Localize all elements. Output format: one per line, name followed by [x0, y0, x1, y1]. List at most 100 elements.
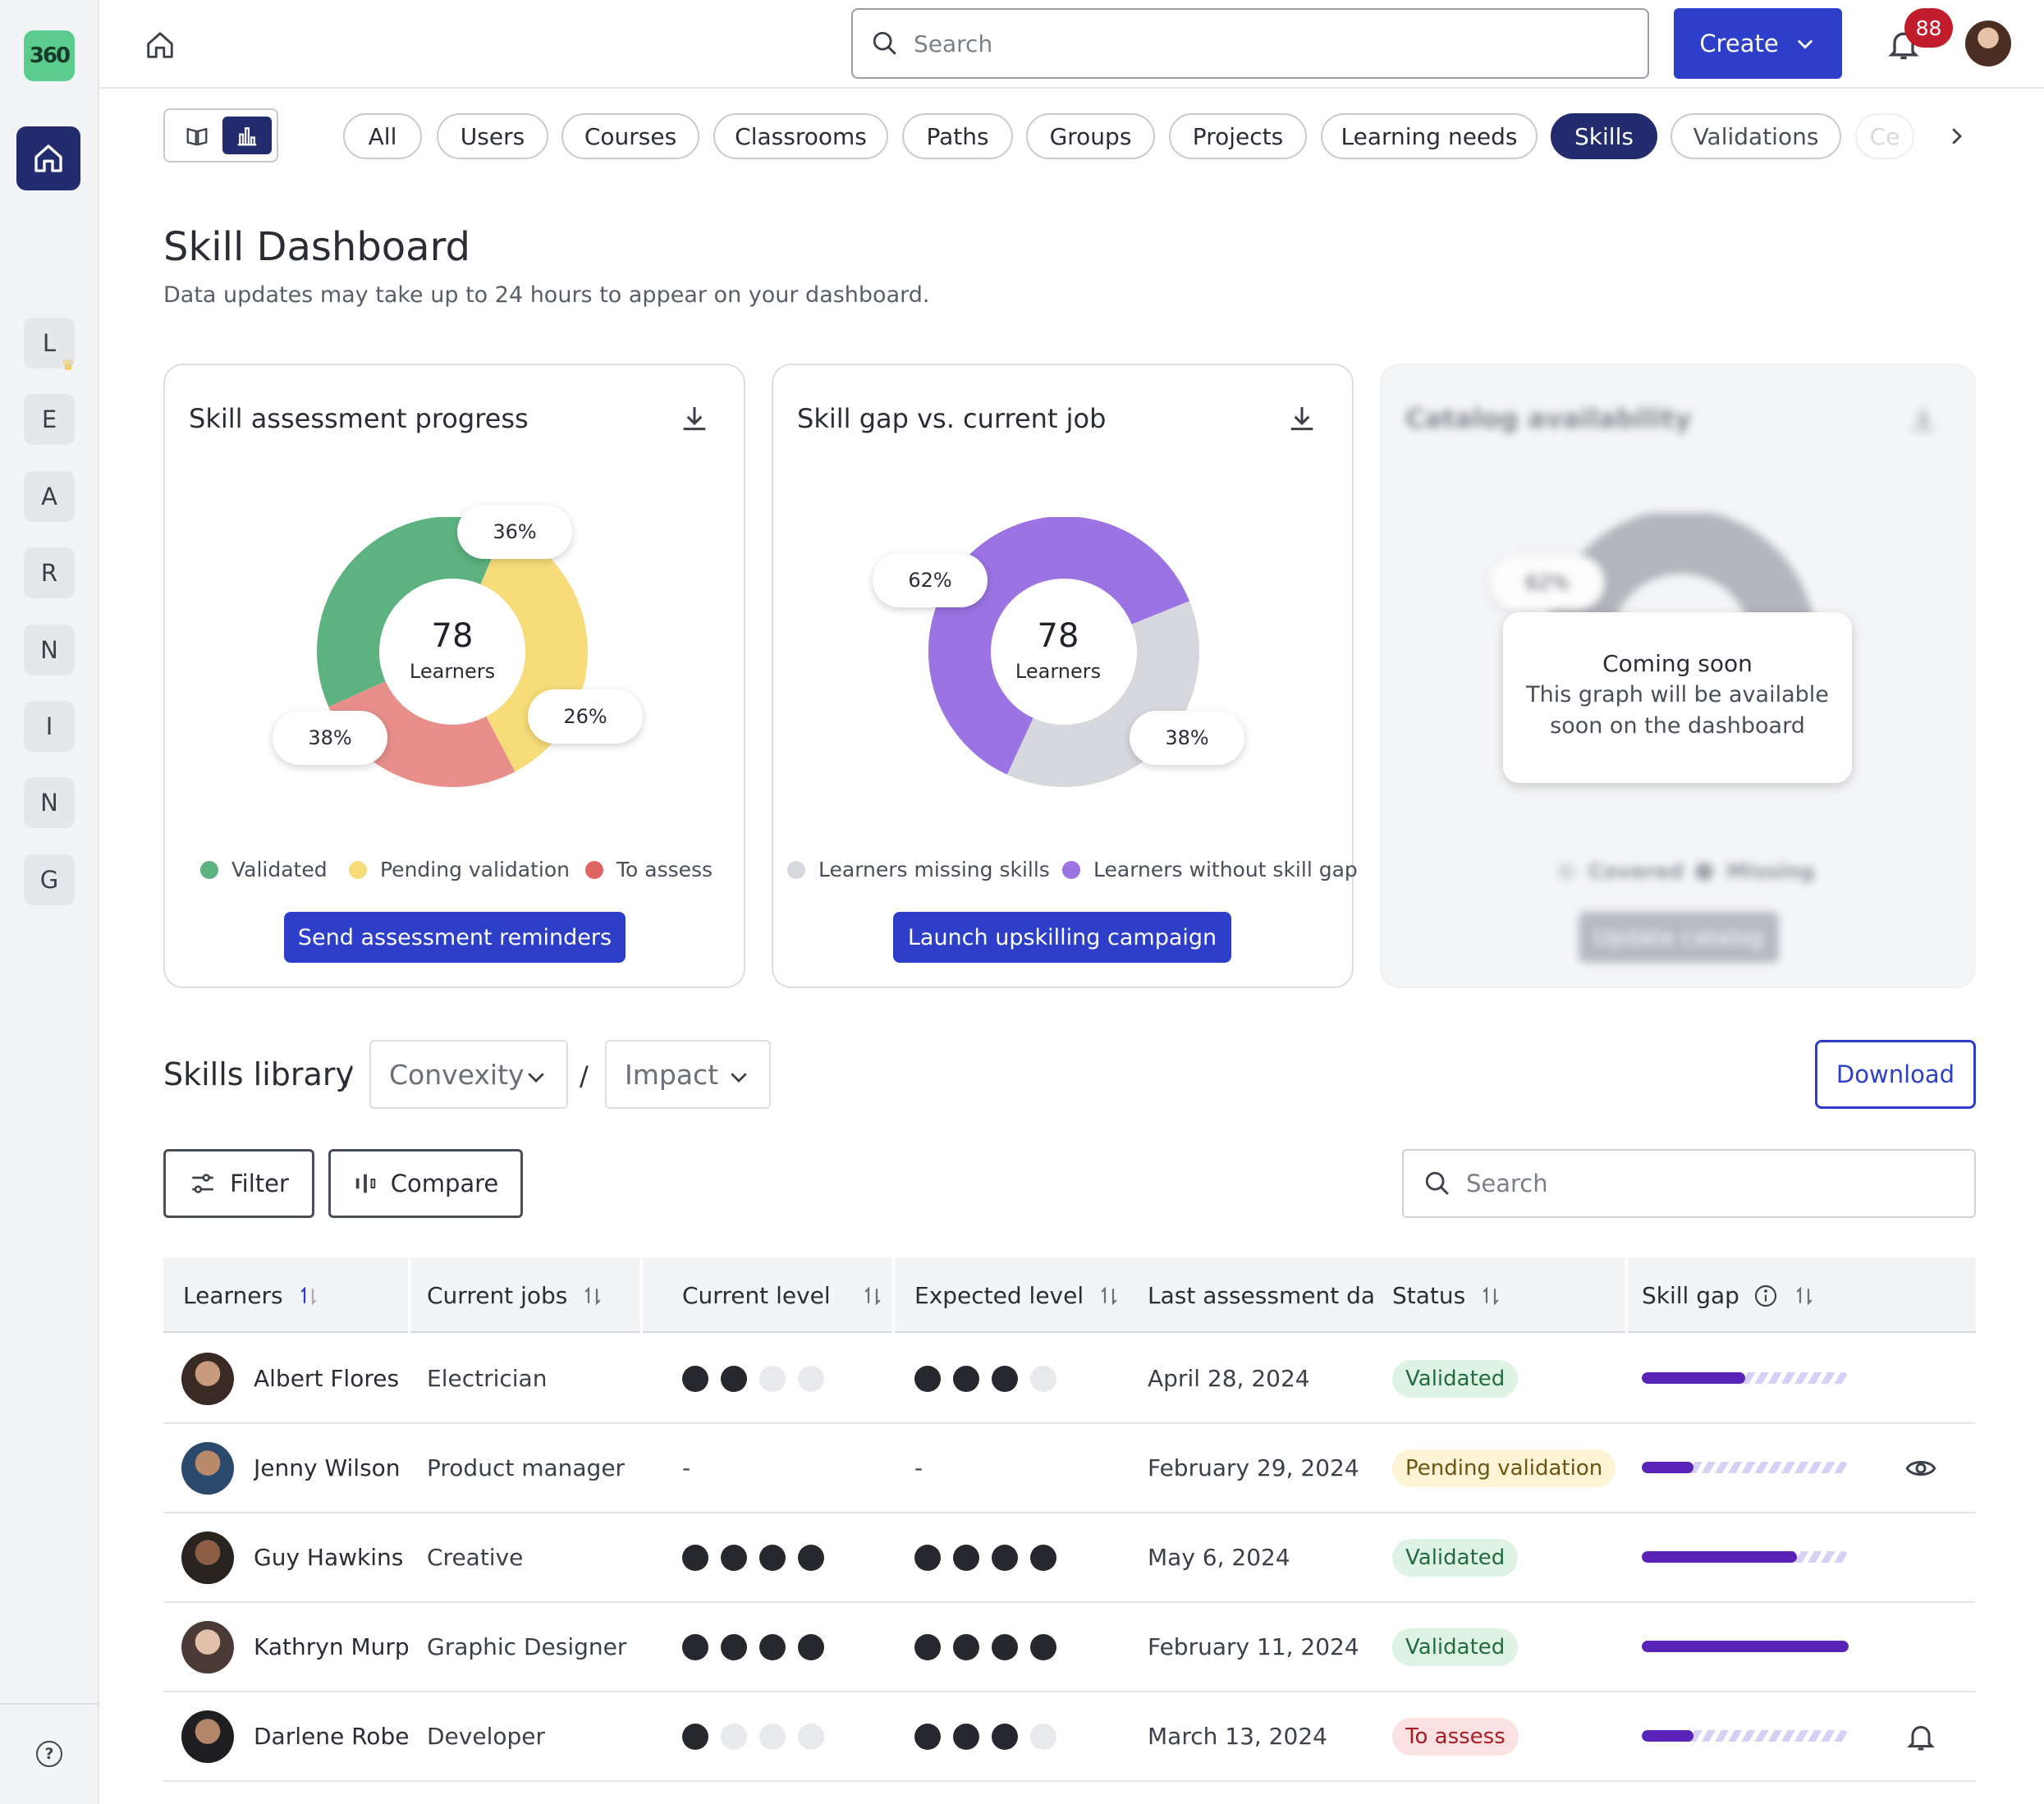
status-cell: Pending validation	[1392, 1424, 1630, 1512]
rail-item-n2[interactable]: N	[24, 777, 75, 828]
global-search-input[interactable]: Search	[851, 8, 1649, 79]
breadcrumb-separator: /	[344, 1060, 353, 1092]
current-job: Developer	[427, 1723, 546, 1750]
page-subtitle: Data updates may take up to 24 hours to …	[163, 282, 930, 308]
level-dot	[759, 1365, 786, 1392]
compare-button[interactable]: Compare	[328, 1149, 523, 1218]
eye-icon[interactable]	[1904, 1452, 1937, 1485]
table-row[interactable]: Jenny Wilson Product manager - - February 29…	[163, 1424, 1976, 1513]
current-level: -	[682, 1454, 691, 1481]
filter-button[interactable]: Filter	[163, 1149, 314, 1218]
sort-icon[interactable]	[580, 1284, 605, 1308]
level-dot	[682, 1544, 708, 1571]
sort-icon[interactable]	[296, 1284, 321, 1308]
launch-upskilling-button[interactable]: Launch upskilling campaign	[893, 912, 1231, 963]
pill-pending-percent: 36%	[457, 505, 572, 559]
sliders-icon	[192, 1174, 213, 1193]
table-row[interactable]: Darlene Robertson Developer March 13, 2024…	[163, 1692, 1976, 1782]
tab-more[interactable]: Ce	[1855, 113, 1914, 159]
sort-icon[interactable]	[860, 1284, 885, 1308]
help-icon[interactable]: ?	[36, 1741, 62, 1767]
impact-dropdown[interactable]: Impact	[605, 1040, 771, 1109]
tab-projects[interactable]: Projects	[1169, 113, 1307, 159]
catalog-view-button[interactable]	[176, 118, 218, 154]
create-button[interactable]: Create	[1674, 8, 1842, 79]
level-dot	[992, 1723, 1018, 1750]
level-dot	[914, 1723, 941, 1750]
status-badge: Validated	[1392, 1538, 1519, 1577]
breadcrumb-separator: /	[580, 1060, 589, 1092]
dashboard-view-button[interactable]	[222, 117, 272, 154]
table-row[interactable]: Kathryn Murphy Graphic Designer February 1…	[163, 1603, 1976, 1692]
table-row[interactable]: Guy Hawkins Creative May 6, 2024 Validated	[163, 1513, 1976, 1603]
last-assessment-date: February 29, 2024	[1148, 1454, 1359, 1481]
topbar-home-button[interactable]	[140, 25, 181, 66]
home-outline-icon	[147, 32, 173, 58]
tabs-scroll-right[interactable]	[1940, 120, 1973, 153]
tab-validations[interactable]: Validations	[1670, 113, 1841, 159]
notification-count-badge[interactable]: 88	[1904, 8, 1953, 48]
legend-missing-skills: Learners missing skills	[787, 858, 1050, 881]
tab-skills[interactable]: Skills	[1551, 113, 1657, 159]
chevron-right-icon	[1952, 128, 1962, 144]
sort-icon[interactable]	[1792, 1284, 1817, 1308]
level-dot	[759, 1723, 786, 1750]
rail-item-l[interactable]: L ♛	[24, 318, 75, 373]
level-dot	[992, 1544, 1018, 1571]
level-dot	[798, 1365, 824, 1392]
user-avatar[interactable]	[1965, 21, 2011, 66]
table-search-input[interactable]: Search	[1402, 1149, 1976, 1218]
download-icon[interactable]	[678, 403, 711, 436]
level-dot	[1030, 1723, 1056, 1750]
tab-paths[interactable]: Paths	[902, 113, 1013, 159]
tab-courses[interactable]: Courses	[561, 113, 699, 159]
rail-item-r[interactable]: R	[24, 547, 75, 598]
level-dot	[721, 1633, 747, 1660]
expected-level: -	[914, 1454, 923, 1481]
tab-users[interactable]: Users	[437, 113, 548, 159]
status-cell: Validated	[1392, 1335, 1630, 1422]
level-dot	[721, 1544, 747, 1571]
column-current-level[interactable]: Current level	[682, 1282, 885, 1309]
column-status[interactable]: Status	[1392, 1282, 1503, 1309]
column-skill-gap[interactable]: Skill gap	[1642, 1282, 1817, 1309]
rail-home-button[interactable]	[16, 126, 80, 190]
tab-all[interactable]: All	[343, 113, 422, 159]
rail-item-a[interactable]: A	[24, 471, 75, 522]
download-icon[interactable]	[1286, 403, 1318, 436]
status-badge: Validated	[1392, 1359, 1519, 1398]
bell-icon[interactable]	[1904, 1720, 1937, 1753]
search-icon	[1425, 1171, 1449, 1195]
table-row[interactable]: Albert Flores Electrician April 28, 2024 Va…	[163, 1335, 1976, 1424]
current-job: Graphic Designer	[427, 1633, 627, 1660]
sort-icon[interactable]	[1097, 1284, 1121, 1308]
status-cell: To assess	[1392, 1692, 1630, 1780]
info-icon[interactable]	[1753, 1283, 1779, 1309]
tab-classrooms[interactable]: Classrooms	[713, 113, 888, 159]
rail-item-e[interactable]: E	[24, 394, 75, 445]
column-learners[interactable]: Learners	[183, 1282, 321, 1309]
rail-item-n[interactable]: N	[24, 625, 75, 675]
skill-gap-bar	[1642, 1730, 1849, 1742]
convexity-dropdown[interactable]: Convexity	[369, 1040, 568, 1109]
tab-learning-needs[interactable]: Learning needs	[1321, 113, 1538, 159]
pill-to-assess-percent: 26%	[528, 689, 643, 744]
column-current-jobs[interactable]: Current jobs	[427, 1282, 605, 1309]
legend-covered: Covered	[1557, 859, 1684, 883]
assessment-center-label: Learners	[409, 660, 496, 683]
rail-item-g[interactable]: G	[24, 854, 75, 905]
column-last-assessment[interactable]: Last assessment date	[1148, 1282, 1373, 1309]
app-logo[interactable]: 360	[24, 30, 75, 81]
compare-label: Compare	[390, 1170, 499, 1197]
download-icon	[1912, 407, 1935, 431]
column-expected-level[interactable]: Expected level	[914, 1282, 1121, 1309]
legend-to-assess: To assess	[585, 858, 713, 881]
learner-name: Kathryn Murphy	[254, 1633, 408, 1660]
send-reminders-button[interactable]: Send assessment reminders	[284, 912, 626, 963]
tab-groups[interactable]: Groups	[1026, 113, 1155, 159]
download-button[interactable]: Download	[1815, 1040, 1976, 1109]
level-dot	[953, 1723, 979, 1750]
rail-item-i[interactable]: I	[24, 701, 75, 752]
crown-icon: ♛	[62, 357, 76, 374]
sort-icon[interactable]	[1478, 1284, 1503, 1308]
